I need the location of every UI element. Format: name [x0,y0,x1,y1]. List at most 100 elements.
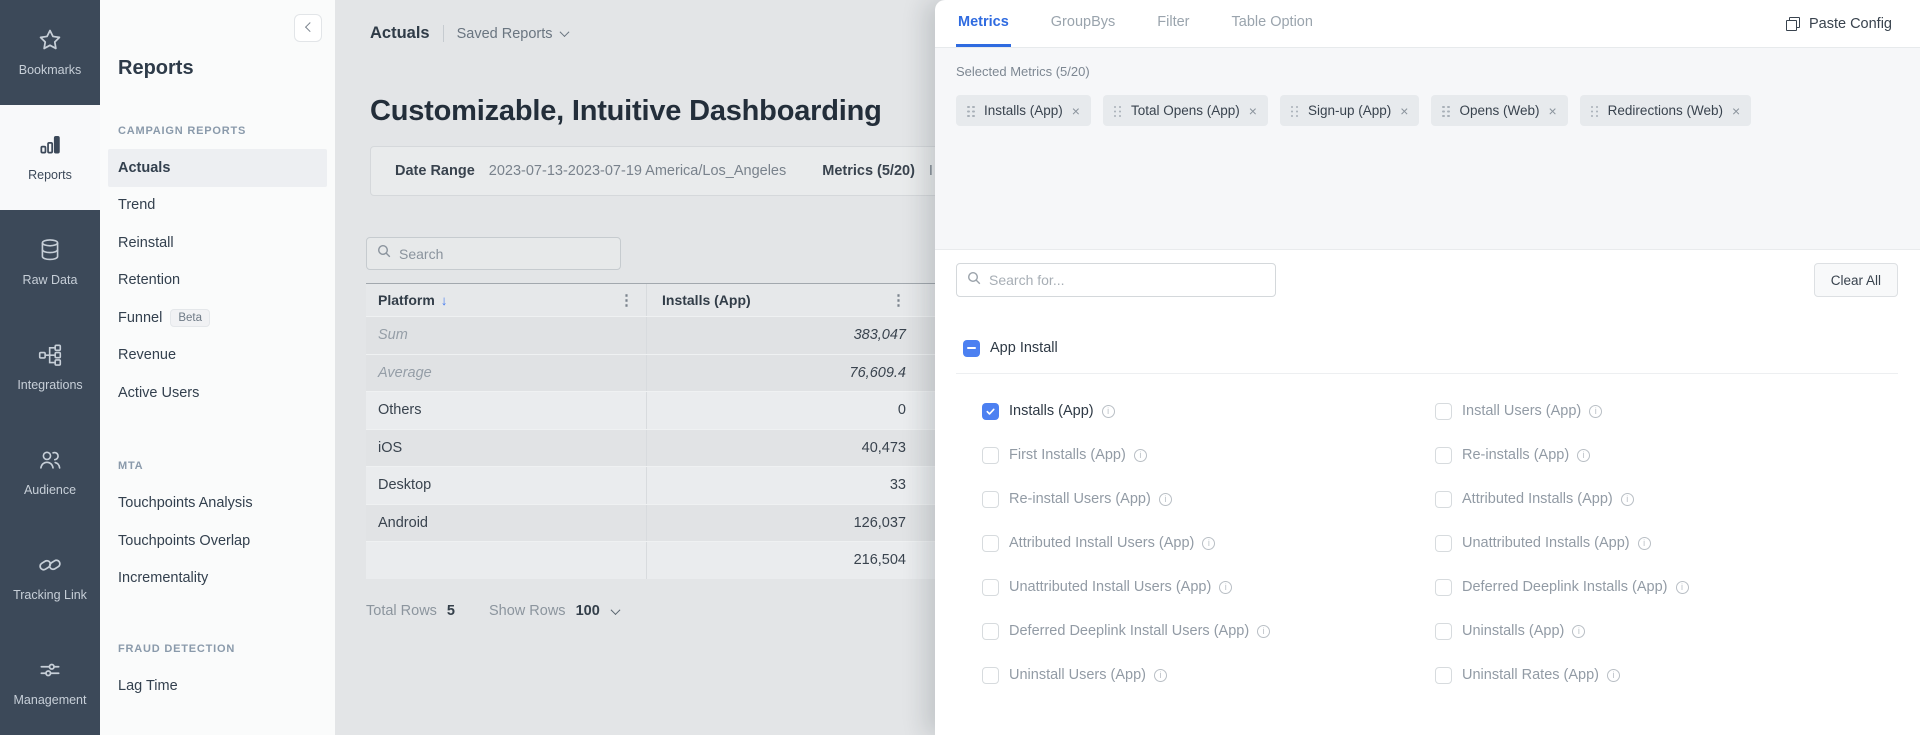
drag-dots-icon[interactable] [1591,105,1599,117]
unchecked-checkbox[interactable] [1435,623,1452,640]
info-circle-icon[interactable]: i [1577,449,1590,462]
info-circle-icon[interactable]: i [1134,449,1147,462]
metrics-search-field[interactable] [956,263,1276,297]
drag-dots-icon[interactable] [1114,105,1122,117]
sidebar-item-touchpoints-overlap[interactable]: Touchpoints Overlap [100,522,335,560]
info-circle-icon[interactable]: i [1589,405,1602,418]
metric-chip[interactable]: Opens (Web) × [1431,95,1567,126]
unchecked-checkbox[interactable] [982,447,999,464]
unchecked-checkbox[interactable] [1435,403,1452,420]
info-circle-icon[interactable]: i [1572,625,1585,638]
remove-chip-icon[interactable]: × [1732,104,1740,118]
sidebar-item-active-users[interactable]: Active Users [100,374,335,412]
unchecked-checkbox[interactable] [1435,579,1452,596]
column-menu-kebab-icon[interactable]: ⋮ [891,293,906,308]
metric-option[interactable]: Uninstall Rates (App) i [1435,653,1920,697]
metric-option[interactable]: Re-installs (App) i [1435,433,1920,477]
nav-item-audience[interactable]: Audience [0,420,100,525]
info-circle-icon[interactable]: i [1607,669,1620,682]
unchecked-checkbox[interactable] [982,491,999,508]
metric-option[interactable]: Unattributed Installs (App) i [1435,521,1920,565]
paste-config-button[interactable]: Paste Config [1786,0,1892,48]
table-row[interactable]: Android 126,037 [366,504,936,542]
tab-table-option[interactable]: Table Option [1230,0,1315,47]
checked-checkbox[interactable] [982,403,999,420]
metric-chip[interactable]: Sign-up (App) × [1280,95,1419,126]
unchecked-checkbox[interactable] [1435,491,1452,508]
remove-chip-icon[interactable]: × [1400,104,1408,118]
info-circle-icon[interactable]: i [1257,625,1270,638]
remove-chip-icon[interactable]: × [1548,104,1556,118]
sidebar-item-touchpoints-analysis[interactable]: Touchpoints Analysis [100,485,335,523]
nav-item-tracking-link[interactable]: Tracking Link [0,525,100,630]
metrics-search-input[interactable] [989,272,1265,288]
tab-filter[interactable]: Filter [1155,0,1191,47]
table-row[interactable]: 216,504 [366,541,936,579]
nav-item-raw-data[interactable]: Raw Data [0,210,100,315]
table-search-field[interactable] [366,237,621,270]
date-range-value: 2023-07-13-2023-07-19 America/Los_Angele… [489,163,786,179]
metric-option[interactable]: Deferred Deeplink Installs (App) i [1435,565,1920,609]
nav-item-management[interactable]: Management [0,630,100,735]
nav-item-bookmarks[interactable]: Bookmarks [0,0,100,105]
metric-option[interactable]: Uninstalls (App) i [1435,609,1920,653]
nav-item-integrations[interactable]: Integrations [0,315,100,420]
saved-reports-dropdown[interactable]: Saved Reports [457,26,568,42]
tab-groupbys[interactable]: GroupBys [1049,0,1117,47]
sidebar-item-incrementality[interactable]: Incrementality [100,560,335,598]
column-menu-kebab-icon[interactable]: ⋮ [619,293,634,308]
info-circle-icon[interactable]: i [1219,581,1232,594]
sidebar-item-trend[interactable]: Trend [100,187,335,225]
sidebar-item-retention[interactable]: Retention [100,262,335,300]
info-circle-icon[interactable]: i [1638,537,1651,550]
unchecked-checkbox[interactable] [1435,667,1452,684]
sidebar-item-lag-time[interactable]: Lag Time [100,667,335,705]
info-circle-icon[interactable]: i [1102,405,1115,418]
metric-option[interactable]: Installs (App) i [982,389,1435,433]
unchecked-checkbox[interactable] [982,535,999,552]
metric-option[interactable]: Deferred Deeplink Install Users (App) i [982,609,1435,653]
metric-option[interactable]: First Installs (App) i [982,433,1435,477]
unchecked-checkbox[interactable] [982,579,999,596]
nav-item-reports[interactable]: Reports [0,105,100,210]
metric-chip[interactable]: Redirections (Web) × [1580,95,1751,126]
remove-chip-icon[interactable]: × [1072,104,1080,118]
metric-option[interactable]: Uninstall Users (App) i [982,653,1435,697]
metric-chip[interactable]: Total Opens (App) × [1103,95,1268,126]
metric-option[interactable]: Install Users (App) i [1435,389,1920,433]
sidebar-item-funnel[interactable]: Funnel Beta [100,299,335,337]
drag-dots-icon[interactable] [1442,105,1450,117]
info-circle-icon[interactable]: i [1621,493,1634,506]
metric-option[interactable]: Unattributed Install Users (App) i [982,565,1435,609]
table-row[interactable]: iOS 40,473 [366,429,936,467]
metric-chip[interactable]: Installs (App) × [956,95,1091,126]
info-circle-icon[interactable]: i [1676,581,1689,594]
sidebar-item-reinstall[interactable]: Reinstall [100,224,335,262]
indeterminate-checkbox[interactable] [963,340,980,357]
info-circle-icon[interactable]: i [1202,537,1215,550]
table-row[interactable]: Desktop 33 [366,466,936,504]
sidebar-item-revenue[interactable]: Revenue [100,337,335,375]
sidebar-item-actuals[interactable]: Actuals [108,149,327,187]
unchecked-checkbox[interactable] [1435,535,1452,552]
metric-option[interactable]: Re-install Users (App) i [982,477,1435,521]
info-circle-icon[interactable]: i [1154,669,1167,682]
unchecked-checkbox[interactable] [1435,447,1452,464]
metric-group-app-install[interactable]: App Install [935,333,1920,363]
sidebar-collapse-button[interactable] [294,14,322,42]
remove-chip-icon[interactable]: × [1249,104,1257,118]
drag-dots-icon[interactable] [967,105,975,117]
tab-metrics[interactable]: Metrics [956,0,1011,47]
metric-option[interactable]: Attributed Installs (App) i [1435,477,1920,521]
unchecked-checkbox[interactable] [982,667,999,684]
drag-dots-icon[interactable] [1291,105,1299,117]
metric-option[interactable]: Attributed Install Users (App) i [982,521,1435,565]
info-circle-icon[interactable]: i [1159,493,1172,506]
table-row[interactable]: Others 0 [366,391,936,429]
show-rows-dropdown[interactable]: Show Rows 100 [489,603,619,619]
column-header-platform[interactable]: Platform ↓ ⋮ [366,284,646,316]
unchecked-checkbox[interactable] [982,623,999,640]
clear-all-button[interactable]: Clear All [1814,263,1898,297]
column-header-installs-app[interactable]: Installs (App) ⋮ [646,284,936,316]
search-input[interactable] [399,246,610,262]
